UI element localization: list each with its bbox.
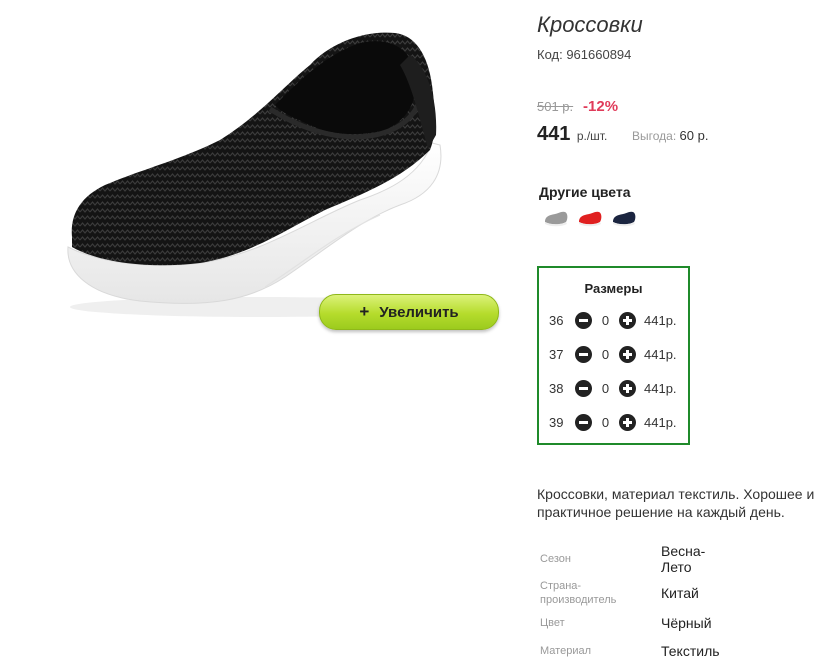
sizes-title: Размеры — [584, 281, 643, 296]
plus-icon[interactable] — [619, 311, 636, 329]
minus-icon[interactable] — [575, 413, 592, 431]
size-price: 441р. — [644, 346, 677, 362]
size-number: 36 — [549, 312, 564, 328]
size-price: 441р. — [644, 414, 677, 430]
product-image[interactable] — [60, 25, 460, 325]
other-colors-title: Другие цвета — [539, 184, 631, 200]
spec-value: Китай — [661, 585, 699, 601]
size-row: 38 0 441р. — [549, 378, 677, 398]
benefit-label: Выгода: — [632, 129, 677, 143]
price-unit: р./шт. — [576, 129, 608, 143]
plus-icon[interactable] — [619, 379, 636, 397]
color-swatches — [543, 207, 637, 229]
plus-icon: + — [359, 302, 370, 321]
zoom-button[interactable]: + Увеличить — [319, 294, 499, 330]
discount-badge: -12% — [583, 98, 619, 115]
minus-icon[interactable] — [575, 345, 592, 363]
quantity-value: 0 — [601, 312, 610, 328]
spec-value: Текстиль — [661, 643, 720, 659]
plus-icon[interactable] — [619, 345, 636, 363]
spec-label: Сезон — [540, 553, 571, 565]
spec-value: Весна-Лето — [661, 543, 706, 575]
old-price: 501 р. — [537, 99, 574, 114]
product-code: Код: 961660894 — [537, 47, 632, 62]
spec-label: Материал — [540, 645, 591, 657]
color-swatch-navy[interactable] — [611, 207, 637, 229]
color-swatch-gray[interactable] — [543, 207, 569, 229]
benefit: Выгода: 60 р. — [632, 128, 708, 143]
quantity-value: 0 — [601, 414, 610, 430]
current-price-row: 441 р./шт. — [537, 123, 607, 146]
spec-value: Чёрный — [661, 615, 712, 631]
zoom-label: Увеличить — [379, 303, 459, 321]
sizes-panel: Размеры 36 0 441р. 37 0 441р. 38 0 441р.… — [537, 266, 690, 445]
size-price: 441р. — [644, 380, 677, 396]
current-price: 441 — [537, 123, 571, 145]
spec-label: Цвет — [540, 617, 565, 629]
size-number: 37 — [549, 346, 564, 362]
color-swatch-red[interactable] — [577, 207, 603, 229]
size-number: 38 — [549, 380, 564, 396]
size-number: 39 — [549, 414, 564, 430]
plus-icon[interactable] — [619, 413, 636, 431]
minus-icon[interactable] — [575, 311, 592, 329]
product-description: Кроссовки, материал текстиль. Хорошее и … — [537, 486, 815, 520]
size-price: 441р. — [644, 312, 677, 328]
benefit-value: 60 р. — [679, 128, 709, 143]
size-row: 37 0 441р. — [549, 344, 677, 364]
size-row: 36 0 441р. — [549, 310, 677, 330]
spec-label: Страна-производитель — [540, 580, 617, 606]
product-title: Кроссовки — [537, 12, 643, 37]
quantity-value: 0 — [601, 346, 610, 362]
old-price-row: 501 р. -12% — [537, 98, 618, 115]
quantity-value: 0 — [601, 380, 610, 396]
minus-icon[interactable] — [575, 379, 592, 397]
size-row: 39 0 441р. — [549, 412, 677, 432]
